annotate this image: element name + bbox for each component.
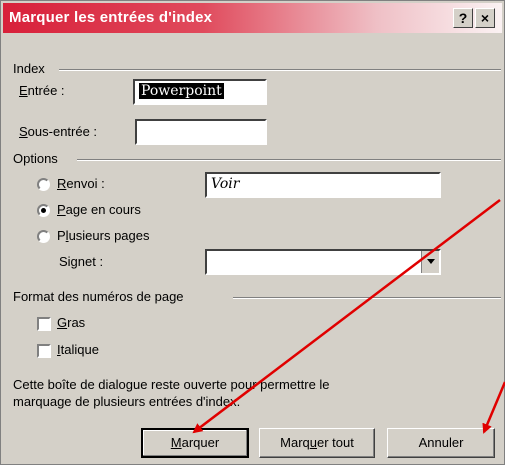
italique-label: Italique bbox=[57, 342, 99, 357]
entry-input[interactable]: Powerpoint bbox=[133, 79, 267, 105]
subentry-label: Sous-entrée : bbox=[19, 124, 98, 139]
entry-label: Entrée : bbox=[19, 83, 65, 98]
format-group-label: Format des numéros de page bbox=[13, 289, 188, 304]
options-group-label: Options bbox=[13, 151, 62, 166]
gras-label: Gras bbox=[57, 315, 86, 330]
annuler-button[interactable]: Annuler bbox=[387, 428, 495, 458]
close-button[interactable]: × bbox=[475, 8, 495, 28]
format-group-separator bbox=[233, 297, 501, 299]
chevron-down-icon[interactable] bbox=[421, 251, 439, 273]
index-group-separator bbox=[59, 69, 501, 71]
page-en-cours-radio[interactable] bbox=[37, 204, 50, 217]
title-bar[interactable]: Marquer les entrées d'index ? × bbox=[3, 3, 502, 33]
gras-checkbox[interactable] bbox=[37, 317, 51, 331]
page-en-cours-label: Page en cours bbox=[57, 202, 141, 217]
help-button[interactable]: ? bbox=[453, 8, 473, 28]
signet-label: Signet : bbox=[59, 254, 104, 269]
renvoi-radio[interactable] bbox=[37, 178, 50, 191]
italique-checkbox[interactable] bbox=[37, 344, 51, 358]
signet-dropdown[interactable] bbox=[205, 249, 441, 275]
help-text-line2: marquage de plusieurs entrées d'index. bbox=[13, 394, 241, 409]
marquer-tout-button[interactable]: Marquer tout bbox=[259, 428, 375, 458]
marquer-button[interactable]: Marquer bbox=[141, 428, 249, 458]
entry-label-rest: ntrée : bbox=[27, 83, 65, 98]
options-group-separator bbox=[77, 159, 501, 161]
plusieurs-pages-radio[interactable] bbox=[37, 230, 50, 243]
renvoi-label: Renvoi : bbox=[57, 176, 105, 191]
index-dialog: Marquer les entrées d'index ? × Index En… bbox=[0, 0, 505, 465]
entry-value: Powerpoint bbox=[139, 83, 224, 99]
index-group-label: Index bbox=[13, 61, 49, 76]
renvoi-input[interactable]: Voir bbox=[205, 172, 441, 198]
help-text-line1: Cette boîte de dialogue reste ouverte po… bbox=[13, 377, 330, 392]
subentry-input[interactable] bbox=[135, 119, 267, 145]
plusieurs-pages-label: Plusieurs pages bbox=[57, 228, 150, 243]
dialog-title: Marquer les entrées d'index bbox=[9, 9, 213, 26]
